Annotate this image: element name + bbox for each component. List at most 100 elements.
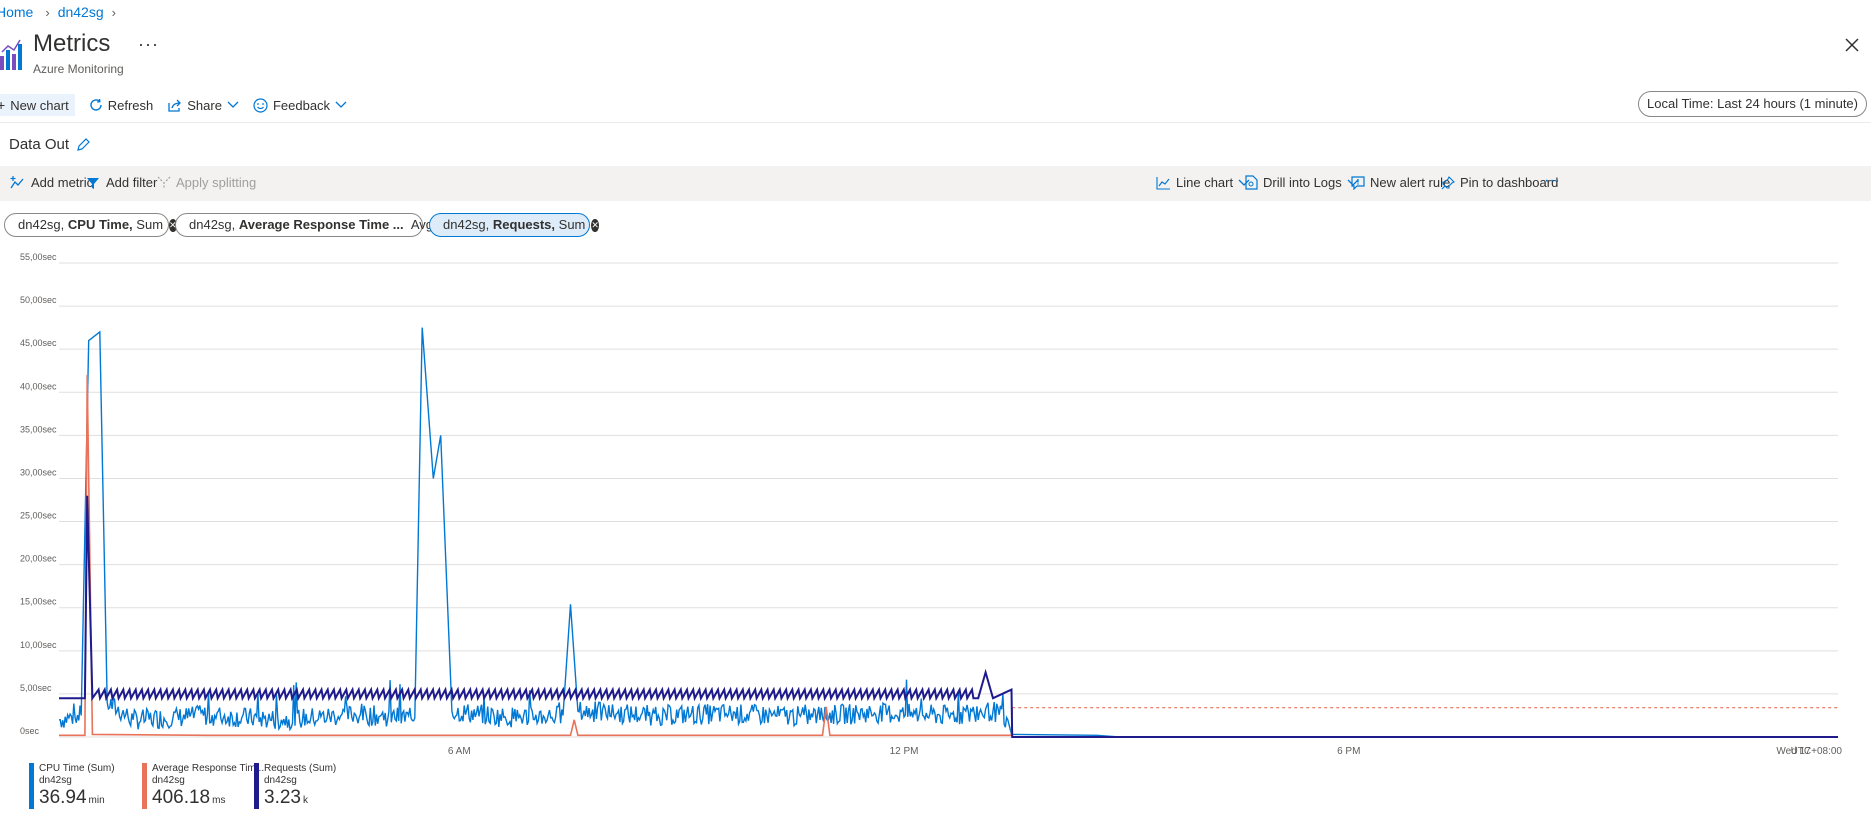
legend-swatch-response	[142, 763, 147, 809]
chart-toolbar: Add metric Add filter Apply splitting Li…	[0, 166, 1871, 201]
legend-resource: dn42sg	[264, 775, 297, 786]
splitting-icon	[157, 176, 171, 189]
y-tick-label: 5,00sec	[20, 683, 52, 693]
chevron-right-icon: ›	[45, 5, 50, 20]
pill-metric: Requests,	[492, 217, 556, 232]
y-tick-label: 10,00sec	[20, 640, 57, 650]
legend-unit: min	[88, 795, 105, 806]
legend-label: Average Response Tim...	[152, 763, 265, 774]
chart-title-text: Data Out	[9, 136, 70, 153]
remove-metric-icon[interactable]: ✕	[591, 218, 599, 232]
drill-logs-label: Drill into Logs	[1263, 175, 1342, 190]
breadcrumb-home[interactable]: Home	[0, 4, 33, 20]
pencil-icon[interactable]	[75, 137, 91, 153]
legend-unit: ms	[212, 795, 226, 806]
page-title: Metrics	[33, 30, 111, 57]
y-tick-label: 0sec	[20, 726, 40, 736]
add-filter-label: Add filter	[106, 175, 158, 190]
legend-unit: k	[302, 795, 308, 806]
page-subtitle: Azure Monitoring	[33, 62, 124, 76]
x-tick-label: 12 PM	[890, 746, 919, 757]
metric-pill-requests[interactable]: dn42sg, Requests, Sum ✕	[429, 213, 599, 237]
share-button[interactable]: Share	[167, 98, 239, 113]
pin-to-dashboard-button[interactable]: Pin to dashboard	[1441, 175, 1558, 190]
pill-metric: Average Response Time ...	[238, 217, 404, 232]
metrics-chart[interactable]: 55,00sec 50,00sec 45,00sec 40,00sec 35,00sec…	[0, 250, 1871, 760]
filter-icon	[87, 177, 99, 189]
pill-resource: dn42sg,	[443, 217, 490, 232]
add-filter-button[interactable]: Add filter	[86, 175, 157, 190]
y-tick-label: 55,00sec	[20, 252, 57, 262]
feedback-label: Feedback	[272, 97, 331, 113]
apply-splitting-label: Apply splitting	[176, 175, 257, 190]
y-tick-label: 45,00sec	[20, 338, 57, 348]
close-icon[interactable]	[1841, 34, 1863, 56]
line-chart-icon	[1156, 176, 1170, 190]
chevron-down-icon	[227, 101, 239, 108]
share-label: Share	[187, 97, 222, 113]
new-chart-button[interactable]: + New chart	[0, 94, 75, 116]
y-tick-label: 25,00sec	[20, 511, 57, 521]
legend-swatch-cpu	[29, 763, 34, 809]
timezone-label: UTC+08:00	[1791, 746, 1843, 757]
share-icon	[168, 99, 182, 112]
legend-resource: dn42sg	[39, 775, 72, 786]
chart-title: Data Out	[9, 136, 91, 153]
breadcrumb-resource[interactable]: dn42sg	[58, 4, 104, 20]
y-tick-label: 35,00sec	[20, 424, 57, 434]
y-tick-label: 20,00sec	[20, 554, 57, 564]
legend-value: 3.23	[264, 787, 301, 808]
refresh-button[interactable]: Refresh	[89, 97, 154, 113]
command-bar: + New chart Refresh Share Feedback	[0, 94, 361, 116]
add-metric-button[interactable]: Add metric	[10, 175, 93, 190]
legend-label: CPU Time (Sum)	[39, 763, 115, 774]
metrics-icon	[0, 39, 22, 70]
divider	[0, 122, 1871, 123]
refresh-icon	[90, 98, 102, 111]
pill-metric: CPU Time,	[67, 217, 133, 232]
metric-pill-response-time[interactable]: dn42sg, Average Response Time ... Avg ✕	[175, 213, 447, 237]
pin-icon	[1441, 175, 1455, 189]
x-tick-label: 6 PM	[1337, 746, 1360, 757]
new-alert-label: New alert rule	[1370, 175, 1451, 190]
apply-splitting-button[interactable]: Apply splitting	[157, 175, 256, 190]
y-tick-label: 30,00sec	[20, 467, 57, 477]
legend-label: Requests (Sum)	[264, 763, 337, 774]
pill-agg: Sum	[136, 217, 164, 232]
alert-icon	[1351, 175, 1365, 190]
logs-icon	[1245, 175, 1258, 190]
series-line-requests	[59, 495, 1838, 738]
legend-resource: dn42sg	[152, 775, 185, 786]
chevron-right-icon: ›	[111, 5, 116, 20]
add-metric-icon	[10, 175, 24, 188]
pill-resource: dn42sg,	[18, 217, 65, 232]
legend-value: 406.18	[152, 787, 211, 808]
pill-agg: Sum	[558, 217, 586, 232]
line-chart-label: Line chart	[1176, 175, 1234, 190]
x-tick-label: 6 AM	[448, 746, 471, 757]
legend-swatch-requests	[254, 763, 259, 809]
metric-pill-cpu[interactable]: dn42sg, CPU Time, Sum ✕	[4, 213, 177, 237]
refresh-label: Refresh	[107, 97, 154, 113]
new-chart-label: New chart	[10, 97, 69, 113]
new-alert-rule-button[interactable]: New alert rule	[1351, 175, 1450, 190]
legend-item-requests[interactable]: Requests (Sum) dn42sg 3.23 k	[254, 763, 336, 809]
chevron-down-icon	[335, 101, 347, 108]
legend-item-response-time[interactable]: Average Response Tim... dn42sg 406.18 ms	[142, 763, 264, 809]
chart-more-icon[interactable]: ···	[1544, 172, 1560, 190]
time-range-picker[interactable]: Local Time: Last 24 hours (1 minute)	[1638, 91, 1867, 117]
drill-into-logs-button[interactable]: Drill into Logs	[1245, 175, 1359, 190]
smiley-icon	[253, 97, 268, 113]
more-options-icon[interactable]: ···	[138, 34, 159, 55]
add-metric-label: Add metric	[31, 175, 94, 190]
breadcrumb: Home › dn42sg ›	[0, 4, 124, 20]
legend-value: 36.94	[39, 787, 87, 808]
y-tick-label: 40,00sec	[20, 381, 57, 391]
series-line-response-time	[59, 374, 1013, 737]
line-chart-button[interactable]: Line chart	[1156, 175, 1250, 190]
feedback-button[interactable]: Feedback	[253, 98, 347, 113]
pill-resource: dn42sg,	[189, 217, 236, 232]
y-tick-label: 50,00sec	[20, 295, 57, 305]
plus-icon: +	[0, 97, 6, 113]
legend-item-cpu[interactable]: CPU Time (Sum) dn42sg 36.94 min	[29, 763, 115, 809]
